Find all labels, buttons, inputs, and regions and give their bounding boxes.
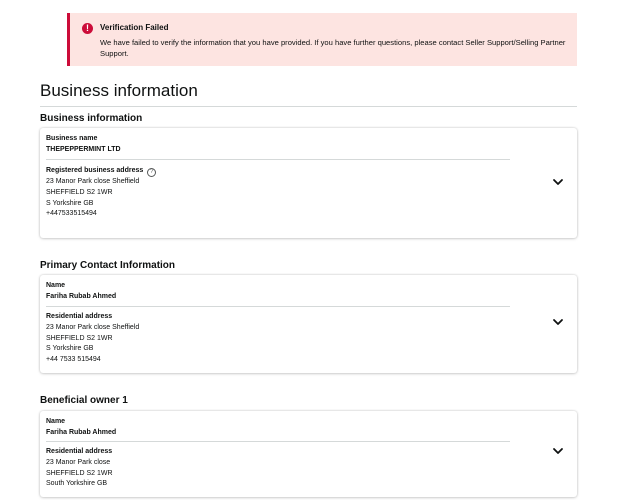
address-line: 23 Manor Park close	[46, 458, 111, 466]
address-line: S Yorkshire GB	[46, 199, 94, 207]
contact-name-label: Name	[46, 282, 66, 289]
contact-name-value: Fariha Rubab Ahmed	[46, 292, 117, 300]
chevron-down-icon	[553, 319, 563, 325]
field-divider	[46, 441, 510, 442]
address-line: 23 Manor Park close Sheffield	[46, 178, 140, 185]
address-line: SHEFFIELD S2 1WR	[46, 334, 113, 342]
field-divider	[46, 306, 510, 307]
business-info-heading: Business information	[40, 113, 143, 124]
primary-contact-heading: Primary Contact Information	[40, 260, 176, 271]
chevron-down-icon	[553, 448, 563, 454]
field-divider	[46, 159, 510, 160]
owner-address-field: Residential address 23 Manor Park close …	[46, 447, 113, 490]
address-line: S Yorkshire GB	[46, 345, 94, 353]
business-info-card[interactable]: Business name THEPEPPERMINT LTD Register…	[40, 128, 577, 238]
address-line: South Yorkshire GB	[46, 480, 108, 488]
alert-message: We have failed to verify the information…	[100, 38, 566, 58]
beneficial-owner-card[interactable]: Name Fariha Rubab Ahmed Residential addr…	[40, 411, 577, 497]
phone-number: +44 7533 515494	[46, 356, 101, 364]
business-name-label: Business name	[46, 135, 98, 142]
exclamation-icon: !	[82, 23, 93, 34]
phone-number: +447533515494	[46, 210, 97, 218]
verification-failed-alert: ! Verification Failed We have failed to …	[67, 13, 577, 66]
owner-address-label: Residential address	[46, 448, 113, 455]
beneficial-owner-heading: Beneficial owner 1	[40, 395, 128, 406]
business-name-field: Business name THEPEPPERMINT LTD	[46, 134, 121, 156]
question-circle-icon[interactable]: ?	[147, 168, 157, 177]
registered-address-label: Registered business address	[46, 167, 144, 174]
expand-primary-contact-button[interactable]	[551, 315, 565, 329]
title-divider	[40, 106, 577, 107]
expand-beneficial-owner-button[interactable]	[551, 444, 565, 458]
owner-name-label: Name	[46, 418, 66, 425]
page-title: Business information	[40, 81, 198, 100]
address-line: SHEFFIELD S2 1WR	[46, 188, 113, 196]
contact-address-label: Residential address	[46, 313, 113, 320]
chevron-down-icon	[553, 179, 563, 185]
address-line: SHEFFIELD S2 1WR	[46, 469, 113, 477]
address-line: 23 Manor Park close Sheffield	[46, 323, 140, 331]
registered-address-field: Registered business address? 23 Manor Pa…	[46, 166, 157, 220]
business-name-value: THEPEPPERMINT LTD	[46, 145, 121, 153]
contact-name-field: Name Fariha Rubab Ahmed	[46, 281, 116, 303]
contact-address-field: Residential address 23 Manor Park close …	[46, 312, 139, 366]
owner-name-value: Fariha Rubab Ahmed	[46, 428, 117, 436]
alert-title: Verification Failed	[100, 23, 169, 32]
owner-name-field: Name Fariha Rubab Ahmed	[46, 417, 116, 439]
expand-business-info-button[interactable]	[551, 175, 565, 189]
primary-contact-card[interactable]: Name Fariha Rubab Ahmed Residential addr…	[40, 275, 577, 373]
